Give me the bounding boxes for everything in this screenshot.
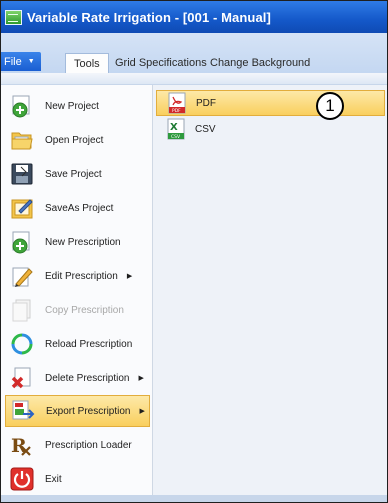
menu-item-label: New Prescription <box>45 236 121 248</box>
submenu-arrow-icon: ▶ <box>126 273 133 280</box>
menu-item-edit-prescription[interactable]: Edit Prescription ▶ <box>5 260 150 292</box>
menu-item-exit[interactable]: Exit <box>5 463 150 495</box>
menu-item-saveas-project[interactable]: SaveAs Project <box>5 192 150 224</box>
menu-item-label: SaveAs Project <box>45 202 114 214</box>
pdf-icon: PDF <box>166 92 188 114</box>
menu-item-label: Save Project <box>45 168 102 180</box>
menu-item-new-project[interactable]: New Project <box>5 90 150 122</box>
menu-item-reload-prescription[interactable]: Reload Prescription <box>5 328 150 360</box>
reload-icon <box>10 332 34 356</box>
save-icon <box>10 162 34 186</box>
file-menu: New Project Open Project Save Project Sa… <box>1 85 153 502</box>
app-window: Variable Rate Irrigation - [001 - Manual… <box>0 0 388 503</box>
export-submenu: PDF PDF X CSV CSV <box>153 85 387 502</box>
delete-icon <box>10 366 34 390</box>
menu-item-label: Copy Prescription <box>45 304 124 316</box>
svg-text:PDF: PDF <box>172 108 181 114</box>
menu-item-new-prescription[interactable]: New Prescription <box>5 226 150 258</box>
tab-file-label: File <box>4 55 22 68</box>
menu-item-label: Reload Prescription <box>45 338 133 350</box>
svg-text:X: X <box>170 122 178 133</box>
menu-item-copy-prescription[interactable]: Copy Prescription <box>5 294 150 326</box>
menu-item-label: Export Prescription <box>46 405 131 417</box>
csv-icon: X CSV <box>165 118 187 140</box>
menu-item-save-project[interactable]: Save Project <box>5 158 150 190</box>
submenu-arrow-icon: ▶ <box>139 408 145 415</box>
export-icon <box>11 399 35 423</box>
tab-change-background-label: Change Background <box>210 57 311 69</box>
callout-label: 1 <box>325 96 335 115</box>
menu-item-label: Delete Prescription <box>45 372 130 384</box>
callout-number: 1 <box>316 92 344 120</box>
menu-item-export-prescription[interactable]: Export Prescription ▶ <box>5 395 150 427</box>
submenu-item-pdf[interactable]: PDF PDF <box>156 90 385 116</box>
menu-item-label: New Project <box>45 100 99 112</box>
menu-item-label: Open Project <box>45 134 104 146</box>
tab-grid-specifications[interactable]: Grid Specifications <box>115 54 207 72</box>
submenu-item-label: PDF <box>196 97 216 109</box>
title-bar[interactable]: Variable Rate Irrigation - [001 - Manual… <box>1 1 387 33</box>
menu-item-prescription-loader[interactable]: R Prescription Loader <box>5 429 150 461</box>
menu-item-label: Exit <box>45 473 62 485</box>
power-icon <box>10 467 34 491</box>
submenu-arrow-icon: ▶ <box>138 375 144 382</box>
tab-tools[interactable]: Tools <box>65 53 109 73</box>
tab-file[interactable]: File ▼ <box>1 52 41 71</box>
rx-icon: R <box>10 433 34 457</box>
svg-text:CSV: CSV <box>171 134 181 140</box>
ribbon-strip <box>1 73 387 85</box>
edit-icon <box>10 264 34 288</box>
tab-tools-label: Tools <box>74 57 100 70</box>
app-logo-icon <box>5 9 22 25</box>
menu-item-label: Prescription Loader <box>45 439 132 451</box>
chevron-down-icon: ▼ <box>27 58 35 65</box>
status-bar <box>1 495 387 502</box>
menu-item-label: Edit Prescription <box>45 270 118 282</box>
menu-item-open-project[interactable]: Open Project <box>5 124 150 156</box>
submenu-item-label: CSV <box>195 123 216 135</box>
new-prescription-icon <box>10 230 34 254</box>
save-as-icon <box>10 196 34 220</box>
new-project-icon <box>10 94 34 118</box>
tab-grid-specifications-label: Grid Specifications <box>115 57 207 69</box>
window-title: Variable Rate Irrigation - [001 - Manual… <box>27 9 271 25</box>
menu-item-delete-prescription[interactable]: Delete Prescription ▶ <box>5 362 150 394</box>
copy-icon <box>10 298 34 322</box>
submenu-item-csv[interactable]: X CSV CSV <box>156 116 385 142</box>
open-folder-icon <box>10 128 34 152</box>
ribbon-tab-bar: File ▼ Tools Grid Specifications Change … <box>1 33 387 73</box>
tab-change-background[interactable]: Change Background <box>210 54 310 72</box>
